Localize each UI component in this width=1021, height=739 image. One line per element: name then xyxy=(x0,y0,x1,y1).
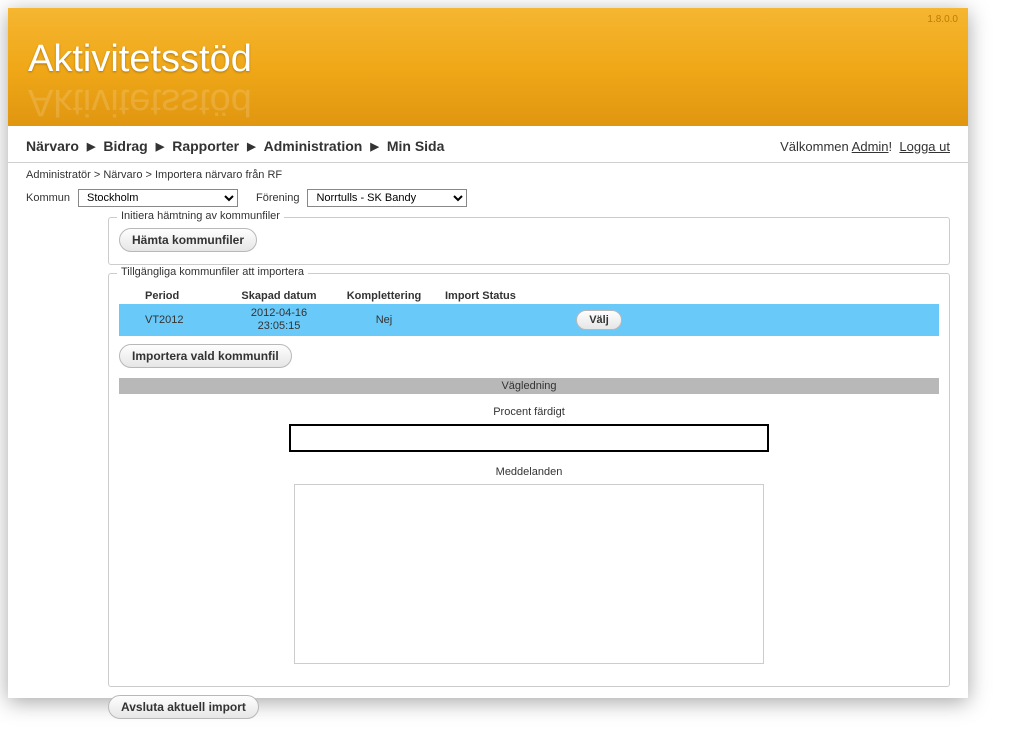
app-logo-text: Aktivitetsstöd xyxy=(28,38,968,81)
app-logo-reflection: Aktivitetsstöd xyxy=(28,80,252,123)
nav-rapporter[interactable]: Rapporter xyxy=(172,138,239,154)
select-row-button[interactable]: Välj xyxy=(576,310,622,330)
nav-bidrag[interactable]: Bidrag xyxy=(103,138,147,154)
import-selected-button[interactable]: Importera vald kommunfil xyxy=(119,344,292,368)
available-files-box: Tillgängliga kommunfiler att importera P… xyxy=(108,273,950,687)
welcome-text: Välkommen xyxy=(780,139,852,154)
chevron-right-icon: ▶ xyxy=(87,140,95,153)
chevron-right-icon: ▶ xyxy=(156,140,164,153)
forening-label: Förening xyxy=(256,192,299,204)
main-nav: Närvaro ▶ Bidrag ▶ Rapporter ▶ Administr… xyxy=(8,126,968,163)
finish-import-button[interactable]: Avsluta aktuell import xyxy=(108,695,259,719)
breadcrumb: Administratör > Närvaro > Importera närv… xyxy=(8,163,968,185)
chevron-right-icon: ▶ xyxy=(370,140,378,153)
cell-date: 2012-04-16 23:05:15 xyxy=(229,307,329,333)
col-period-header: Period xyxy=(119,290,229,302)
kommun-select[interactable]: Stockholm xyxy=(78,189,238,207)
cell-komp: Nej xyxy=(329,314,439,326)
version-label: 1.8.0.0 xyxy=(927,14,958,25)
chevron-right-icon: ▶ xyxy=(247,140,255,153)
header: 1.8.0.0 Aktivitetsstöd Aktivitetsstöd xyxy=(8,8,968,126)
nav-administration[interactable]: Administration xyxy=(264,138,363,154)
table-header: Period Skapad datum Komplettering Import… xyxy=(119,288,939,304)
col-date-header: Skapad datum xyxy=(229,290,329,302)
kommun-label: Kommun xyxy=(26,192,70,204)
messages-textarea[interactable] xyxy=(294,484,764,664)
user-greeting: Välkommen Admin! Logga ut xyxy=(780,139,950,154)
initiate-fetch-legend: Initiera hämtning av kommunfiler xyxy=(117,210,284,222)
available-files-legend: Tillgängliga kommunfiler att importera xyxy=(117,266,308,278)
cell-period: VT2012 xyxy=(119,314,229,326)
progress-bar xyxy=(289,424,769,452)
initiate-fetch-box: Initiera hämtning av kommunfiler Hämta k… xyxy=(108,217,950,265)
table-row[interactable]: VT2012 2012-04-16 23:05:15 Nej Välj xyxy=(119,304,939,336)
forening-select[interactable]: Norrtulls - SK Bandy xyxy=(307,189,467,207)
user-link[interactable]: Admin xyxy=(852,139,889,154)
guidance-bar: Vägledning xyxy=(119,378,939,394)
fetch-kommun-button[interactable]: Hämta kommunfiler xyxy=(119,228,257,252)
col-status-header: Import Status xyxy=(439,290,559,302)
exclaim: ! xyxy=(889,139,893,154)
messages-label: Meddelanden xyxy=(119,466,939,478)
nav-narvaro[interactable]: Närvaro xyxy=(26,138,79,154)
nav-min-sida[interactable]: Min Sida xyxy=(387,138,445,154)
col-komp-header: Komplettering xyxy=(329,290,439,302)
logout-link[interactable]: Logga ut xyxy=(899,139,950,154)
percent-label: Procent färdigt xyxy=(119,406,939,418)
